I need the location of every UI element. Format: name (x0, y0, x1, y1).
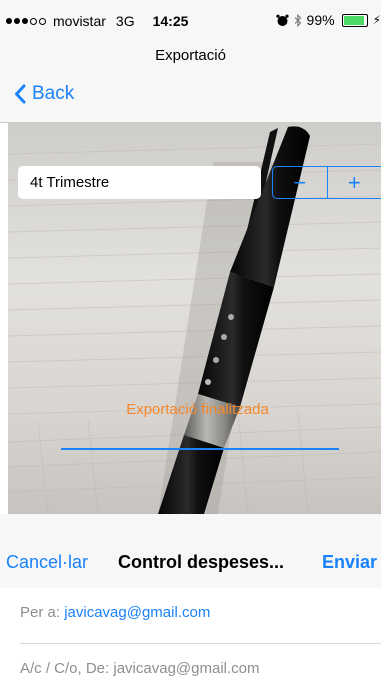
export-progress-bar (61, 448, 339, 450)
period-stepper[interactable]: − + (272, 166, 381, 199)
send-button[interactable]: Enviar (322, 552, 377, 573)
mail-recipients: Per a: javicavag@gmail.com A/c / C/o, De… (0, 588, 381, 679)
to-label: Per a: (20, 604, 61, 621)
to-address[interactable]: javicavag@gmail.com (64, 604, 210, 621)
export-progress-fill (61, 448, 339, 450)
page-title: Exportació (155, 47, 226, 64)
status-right: 99% ⚡ (275, 12, 381, 28)
battery-percent: 99% (306, 12, 335, 28)
mail-subject-title: Control despeses... (118, 552, 285, 572)
bluetooth-icon (294, 13, 301, 27)
cc-label: A/c / C/o, De: (20, 660, 110, 677)
period-field[interactable]: 4t Trimestre (18, 166, 261, 199)
status-bar: movistar 3G 14:25 99% ⚡ (0, 0, 381, 40)
divider (20, 643, 381, 644)
back-button[interactable]: Back (14, 83, 74, 105)
chevron-left-icon (15, 84, 26, 104)
export-status-text: Exportació finalitzada (126, 401, 269, 418)
cc-address: javicavag@gmail.com (113, 660, 260, 677)
mail-compose-sheet: Cancel·lar Control despeses... Enviar Pe… (0, 514, 381, 679)
alarm-clock-icon (275, 14, 289, 26)
stepper-increment-button[interactable]: + (328, 167, 381, 198)
cc-field[interactable]: A/c / C/o, De: javicavag@gmail.com (20, 660, 260, 677)
navigation-bar: Exportació Back (0, 40, 381, 123)
battery-icon (341, 13, 368, 27)
back-label: Back (32, 83, 75, 104)
cancel-button[interactable]: Cancel·lar (6, 552, 88, 573)
to-field[interactable]: Per a: javicavag@gmail.com (20, 604, 210, 621)
charging-icon: ⚡ (372, 13, 381, 27)
stepper-decrement-button[interactable]: − (273, 167, 327, 198)
